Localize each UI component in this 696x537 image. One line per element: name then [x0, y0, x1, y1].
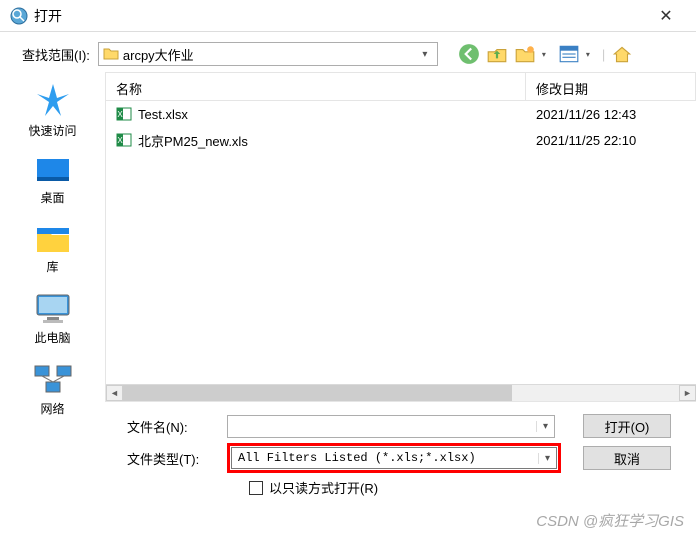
titlebar: 打开 ✕ — [0, 0, 696, 32]
file-rows[interactable]: X Test.xlsx 2021/11/26 12:43 X 北京PM25_ne… — [106, 101, 696, 384]
filename-input[interactable]: ▾ — [227, 415, 555, 438]
file-list: 名称 修改日期 X Test.xlsx 2021/11/26 12:43 X 北… — [105, 72, 696, 402]
file-date: 2021/11/25 22:10 — [526, 133, 696, 148]
scroll-right-icon[interactable]: ► — [679, 385, 696, 401]
excel-icon: X — [116, 132, 132, 148]
horizontal-scrollbar[interactable]: ◄ ► — [106, 384, 696, 401]
svg-text:X: X — [117, 136, 123, 145]
up-icon[interactable] — [486, 43, 508, 65]
filetype-select[interactable]: All Filters Listed (*.xls;*.xlsx) ▾ — [231, 447, 557, 469]
home-icon[interactable] — [611, 43, 633, 65]
main-area: 快速访问 桌面 库 此电脑 网络 名称 修改日期 X Test.x — [0, 72, 696, 402]
file-date: 2021/11/26 12:43 — [526, 107, 696, 122]
scroll-left-icon[interactable]: ◄ — [106, 385, 123, 401]
excel-icon: X — [116, 106, 132, 122]
network-icon — [33, 364, 73, 396]
column-name[interactable]: 名称 — [106, 73, 526, 100]
cancel-button[interactable]: 取消 — [583, 446, 671, 470]
back-icon[interactable] — [458, 43, 480, 65]
readonly-row: 以只读方式打开(R) — [127, 478, 684, 497]
file-row[interactable]: X 北京PM25_new.xls 2021/11/25 22:10 — [106, 127, 696, 153]
column-date[interactable]: 修改日期 — [526, 73, 696, 100]
watermark: CSDN @疯狂学习GIS — [536, 510, 684, 531]
place-label: 桌面 — [40, 189, 64, 206]
scroll-track[interactable] — [123, 385, 679, 401]
place-quick-access[interactable]: 快速访问 — [13, 82, 93, 139]
file-name: 北京PM25_new.xls — [138, 131, 248, 150]
filetype-row: 文件类型(T): All Filters Listed (*.xls;*.xls… — [127, 442, 684, 474]
filename-row: 文件名(N): ▾ 打开(O) — [127, 410, 684, 442]
open-button[interactable]: 打开(O) — [583, 414, 671, 438]
look-in-label: 查找范围(I): — [22, 45, 90, 64]
this-pc-icon — [33, 293, 73, 325]
look-in-value: arcpy大作业 — [123, 45, 417, 64]
bottom-panel: 文件名(N): ▾ 打开(O) 文件类型(T): All Filters Lis… — [0, 402, 696, 497]
place-label: 快速访问 — [28, 122, 76, 139]
list-header: 名称 修改日期 — [106, 73, 696, 101]
file-row[interactable]: X Test.xlsx 2021/11/26 12:43 — [106, 101, 696, 127]
app-icon — [10, 7, 28, 25]
chevron-down-icon[interactable]: ▾ — [586, 50, 596, 59]
chevron-down-icon[interactable]: ▾ — [542, 50, 552, 59]
view-menu-icon[interactable] — [558, 43, 580, 65]
file-name: Test.xlsx — [138, 107, 188, 122]
look-in-combo[interactable]: arcpy大作业 ▾ — [98, 42, 438, 66]
place-libraries[interactable]: 库 — [13, 224, 93, 275]
chevron-down-icon: ▾ — [417, 49, 433, 60]
readonly-checkbox[interactable] — [249, 481, 263, 495]
window-title: 打开 — [34, 6, 646, 26]
chevron-down-icon[interactable]: ▾ — [538, 453, 556, 464]
place-this-pc[interactable]: 此电脑 — [13, 293, 93, 346]
quick-access-icon — [35, 82, 71, 118]
chevron-down-icon[interactable]: ▾ — [536, 421, 554, 432]
filetype-label: 文件类型(T): — [127, 449, 217, 468]
close-button[interactable]: ✕ — [646, 0, 686, 32]
place-label: 库 — [46, 258, 58, 275]
toolbar: ▾ ▾ | — [458, 43, 633, 65]
desktop-icon — [35, 157, 71, 185]
folder-icon — [103, 46, 119, 62]
filetype-value: All Filters Listed (*.xls;*.xlsx) — [232, 451, 538, 465]
filename-label: 文件名(N): — [127, 417, 217, 436]
filetype-highlight: All Filters Listed (*.xls;*.xlsx) ▾ — [227, 443, 561, 473]
new-folder-icon[interactable] — [514, 43, 536, 65]
place-desktop[interactable]: 桌面 — [13, 157, 93, 206]
look-in-row: 查找范围(I): arcpy大作业 ▾ ▾ ▾ | — [0, 32, 696, 72]
svg-text:X: X — [117, 110, 123, 119]
libraries-icon — [35, 224, 71, 254]
places-bar: 快速访问 桌面 库 此电脑 网络 — [0, 72, 105, 402]
scroll-thumb[interactable] — [123, 385, 512, 401]
readonly-label: 以只读方式打开(R) — [269, 478, 378, 497]
place-label: 此电脑 — [34, 329, 70, 346]
